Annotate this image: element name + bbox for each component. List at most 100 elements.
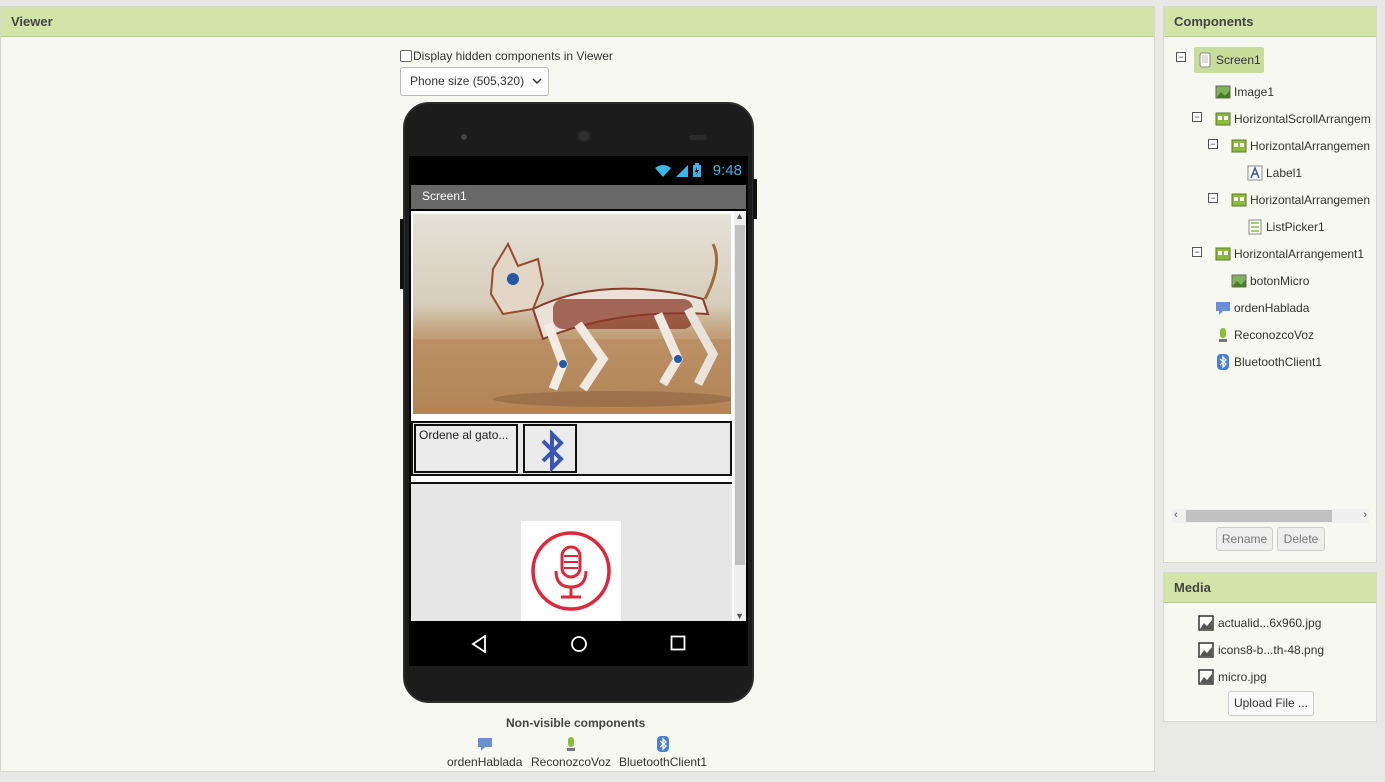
tree-node-label: Screen1 [1216, 53, 1261, 67]
speech-icon [1216, 302, 1230, 315]
image-file-icon [1198, 615, 1214, 631]
nonvisible-label: ordenHablada [447, 755, 523, 769]
phone-sensor [689, 135, 707, 140]
viewer-header: Viewer [1, 7, 1154, 37]
back-icon[interactable] [471, 634, 487, 658]
tree-horizontal-scrollbar[interactable]: ‹ › [1172, 509, 1369, 523]
tree-node-label: HorizontalScrollArrangem [1234, 112, 1371, 126]
arrangement-icon [1215, 247, 1231, 261]
listpicker1-bluetooth-icon[interactable] [537, 429, 567, 478]
nonvisible-label: ReconozcoVoz [531, 755, 612, 769]
horizontal-arrangement1 [411, 482, 732, 627]
tree-node-horizontal-arrangement-a[interactable]: HorizontalArrangemen [1231, 134, 1370, 158]
tree-node-listpicker1[interactable]: ListPicker1 [1247, 215, 1325, 239]
robot-cat-image [413, 241, 731, 414]
scroll-right-icon[interactable]: › [1363, 509, 1367, 521]
tree-node-label: botonMicro [1250, 274, 1310, 288]
label-icon [1247, 165, 1263, 181]
phone-speaker [577, 129, 591, 143]
media-file[interactable]: micro.jpg [1198, 669, 1267, 685]
media-file-name: micro.jpg [1218, 670, 1267, 684]
status-icons [654, 163, 702, 178]
tree-node-label: ReconozcoVoz [1234, 328, 1315, 342]
scroll-up-icon[interactable]: ▲ [735, 211, 744, 221]
components-panel: Components − Screen1 Image1 − Horizontal… [1163, 6, 1377, 563]
phone-size-select[interactable]: Phone size (505,320) [400, 67, 549, 96]
delete-button[interactable]: Delete [1277, 527, 1325, 551]
scrollbar-thumb[interactable] [735, 225, 745, 565]
wifi-icon [655, 165, 671, 177]
media-header: Media [1164, 573, 1376, 603]
scroll-down-icon[interactable]: ▼ [735, 611, 744, 621]
battery-icon [693, 163, 701, 177]
tree-node-label: Image1 [1234, 85, 1275, 99]
nonvisible-ordenhablada[interactable]: ordenHablada [447, 736, 522, 769]
app-body: Ordene al gato... ▲ ▼ [411, 211, 746, 627]
tree-node-horizontal-scroll-arrangement[interactable]: HorizontalScrollArrangem [1215, 107, 1371, 131]
home-icon[interactable] [570, 635, 588, 658]
boton-micro-button[interactable] [521, 521, 621, 621]
component-tree: − Screen1 Image1 − HorizontalScrollArran… [1164, 43, 1376, 508]
media-file-name: actualid...6x960.jpg [1218, 616, 1322, 630]
arrangement-icon [1231, 139, 1247, 153]
upload-file-button[interactable]: Upload File ... [1228, 691, 1314, 716]
listpicker-icon [1248, 219, 1262, 235]
scroll-left-icon[interactable]: ‹ [1174, 509, 1178, 521]
phone-mockup: 9:48 Screen1 Ordene al gato... ▲ ▼ [400, 102, 757, 703]
screen-title-bar: Screen1 [411, 185, 746, 209]
status-bar: 9:48 [409, 156, 748, 185]
recents-icon[interactable] [670, 635, 686, 656]
tree-node-horizontal-arrangement1[interactable]: HorizontalArrangement1 [1215, 242, 1364, 266]
tree-node-label: ordenHablada [1234, 301, 1310, 315]
signal-icon [676, 165, 688, 177]
tree-node-botonmicro[interactable]: botonMicro [1231, 269, 1309, 293]
nonvisible-components-title: Non-visible components [506, 716, 646, 730]
checkbox-box[interactable] [400, 50, 412, 62]
tree-node-bluetoothclient1[interactable]: BluetoothClient1 [1215, 350, 1322, 374]
arrangement-icon [1215, 112, 1231, 126]
image-file-icon [1198, 642, 1214, 658]
collapse-toggle[interactable]: − [1192, 112, 1202, 122]
phone-volume-button [400, 219, 404, 289]
chevron-down-icon [532, 68, 542, 106]
tree-node-label: BluetoothClient1 [1234, 355, 1323, 369]
collapse-toggle[interactable]: − [1192, 247, 1202, 257]
display-hidden-checkbox[interactable]: Display hidden components in Viewer [400, 49, 613, 63]
bluetooth-icon [1217, 354, 1229, 370]
image1-cat-robot[interactable] [413, 214, 731, 414]
tree-node-image1[interactable]: Image1 [1215, 80, 1274, 104]
viewer-panel: Viewer Display hidden components in View… [0, 6, 1155, 772]
tree-node-screen1[interactable]: Screen1 [1194, 47, 1264, 73]
media-file[interactable]: icons8-b...th-48.png [1198, 642, 1324, 658]
speech-icon [477, 738, 492, 751]
phone-screen: 9:48 Screen1 Ordene al gato... ▲ ▼ [409, 156, 748, 666]
tree-node-label: Label1 [1266, 166, 1303, 180]
phone-power-button [753, 179, 757, 219]
rename-button[interactable]: Rename [1216, 527, 1273, 551]
microphone-icon [1219, 328, 1227, 342]
tree-node-horizontal-arrangement-b[interactable]: HorizontalArrangemen [1231, 188, 1370, 212]
image-icon [1215, 85, 1231, 99]
collapse-toggle[interactable]: − [1208, 193, 1218, 203]
horizontal-arrangement-label: Ordene al gato... [414, 424, 518, 473]
media-file[interactable]: actualid...6x960.jpg [1198, 615, 1321, 631]
label1: Ordene al gato... [419, 428, 509, 442]
media-file-name: icons8-b...th-48.png [1218, 643, 1325, 657]
display-hidden-label: Display hidden components in Viewer [413, 49, 613, 63]
collapse-toggle[interactable]: − [1176, 52, 1186, 62]
nonvisible-reconozcovoz[interactable]: ReconozcoVoz [531, 736, 611, 769]
collapse-toggle[interactable]: − [1208, 139, 1218, 149]
horizontal-scroll-arrangement: Ordene al gato... [411, 421, 732, 476]
microphone-icon [531, 531, 611, 611]
app-vertical-scrollbar[interactable]: ▲ ▼ [734, 211, 746, 621]
horizontal-arrangement-listpicker [523, 424, 577, 473]
nonvisible-bluetoothclient1[interactable]: BluetoothClient1 [619, 736, 707, 769]
arrangement-icon [1231, 193, 1247, 207]
tree-node-ordenhablada[interactable]: ordenHablada [1215, 296, 1309, 320]
scrollbar-thumb[interactable] [1186, 510, 1332, 522]
tree-node-label1[interactable]: Label1 [1247, 161, 1302, 185]
tree-node-reconozcovoz[interactable]: ReconozcoVoz [1215, 323, 1314, 347]
image-icon [1231, 274, 1247, 288]
tree-node-label: HorizontalArrangement1 [1234, 247, 1365, 261]
android-nav-bar [409, 621, 748, 666]
